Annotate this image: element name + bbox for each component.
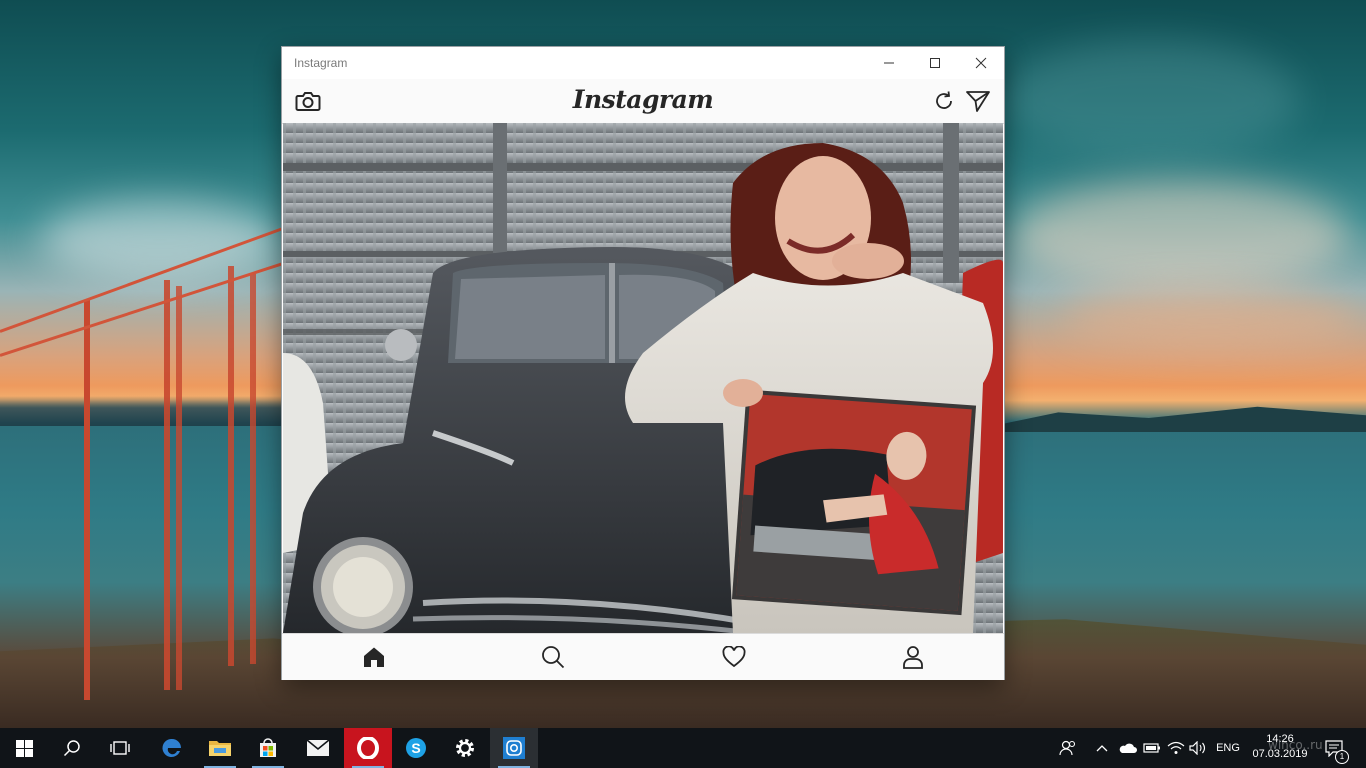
taskbar-store[interactable] [244, 728, 292, 768]
instagram-window: Instagram Instagram [282, 47, 1004, 680]
folder-icon [209, 741, 231, 756]
store-icon [260, 738, 276, 757]
taskbar-instagram[interactable] [490, 728, 538, 768]
taskbar-mail[interactable] [294, 728, 342, 768]
show-hidden-icons-button[interactable] [1090, 728, 1114, 768]
minimize-button[interactable] [866, 47, 912, 79]
watermark-text: winco..ru [1268, 738, 1323, 752]
close-button[interactable] [958, 47, 1004, 79]
wifi-icon [1167, 741, 1185, 754]
nav-search-button[interactable] [538, 643, 568, 671]
direct-message-button[interactable] [964, 87, 992, 115]
people-button[interactable] [1054, 728, 1082, 768]
maximize-icon [930, 58, 940, 68]
taskbar-settings[interactable] [441, 728, 489, 768]
refresh-icon [936, 91, 952, 109]
taskbar-skype[interactable]: S [392, 728, 440, 768]
battery-icon [1143, 743, 1160, 753]
refresh-button[interactable] [930, 87, 958, 115]
speaker-icon [1189, 741, 1206, 755]
search-icon [542, 646, 565, 669]
paper-plane-icon [966, 91, 990, 112]
window-title: Instagram [294, 56, 348, 70]
network-button[interactable] [1164, 728, 1188, 768]
bridge-graphic [0, 227, 290, 700]
start-button[interactable] [0, 728, 48, 768]
feed-post-image[interactable] [283, 123, 1003, 633]
instagram-logo: Instagram [572, 85, 714, 114]
taskbar-edge[interactable] [148, 728, 196, 768]
task-view-button[interactable] [96, 728, 144, 768]
maximize-button[interactable] [912, 47, 958, 79]
chevron-up-icon [1096, 745, 1108, 752]
notification-count-badge: 1 [1335, 750, 1349, 764]
nav-profile-button[interactable] [898, 643, 928, 671]
opera-icon [357, 737, 379, 759]
app-header: Instagram [282, 79, 1004, 124]
profile-icon [903, 646, 923, 669]
taskbar: S ENG 14:26 07.03.2019 1 [0, 728, 1366, 768]
taskbar-opera[interactable] [344, 728, 392, 768]
home-icon [364, 647, 384, 667]
taskbar-search-button[interactable] [48, 728, 96, 768]
skype-icon: S [406, 738, 426, 758]
language-indicator: ENG [1216, 742, 1240, 754]
cloud-icon [1119, 743, 1137, 753]
heart-icon [722, 646, 746, 668]
nav-home-button[interactable] [359, 643, 389, 671]
nav-activity-button[interactable] [719, 643, 749, 671]
windows-logo-icon [15, 739, 33, 757]
input-language-button[interactable]: ENG [1212, 728, 1244, 768]
battery-button[interactable] [1140, 728, 1164, 768]
mail-icon [306, 739, 330, 756]
onedrive-button[interactable] [1114, 728, 1140, 768]
svg-text:S: S [411, 740, 420, 756]
people-icon [1059, 740, 1076, 756]
volume-button[interactable] [1186, 728, 1210, 768]
bottom-navigation [282, 633, 1004, 680]
close-icon [975, 57, 987, 69]
task-view-icon [110, 741, 130, 755]
instagram-app-icon [503, 737, 525, 759]
window-titlebar[interactable]: Instagram [282, 47, 1004, 79]
taskbar-file-explorer[interactable] [196, 728, 244, 768]
gear-icon [456, 739, 474, 757]
post-photo-graphic [283, 123, 1003, 633]
action-center-button[interactable]: 1 [1320, 728, 1349, 768]
edge-icon [162, 738, 181, 757]
search-icon [63, 740, 80, 757]
minimize-icon [884, 62, 894, 64]
